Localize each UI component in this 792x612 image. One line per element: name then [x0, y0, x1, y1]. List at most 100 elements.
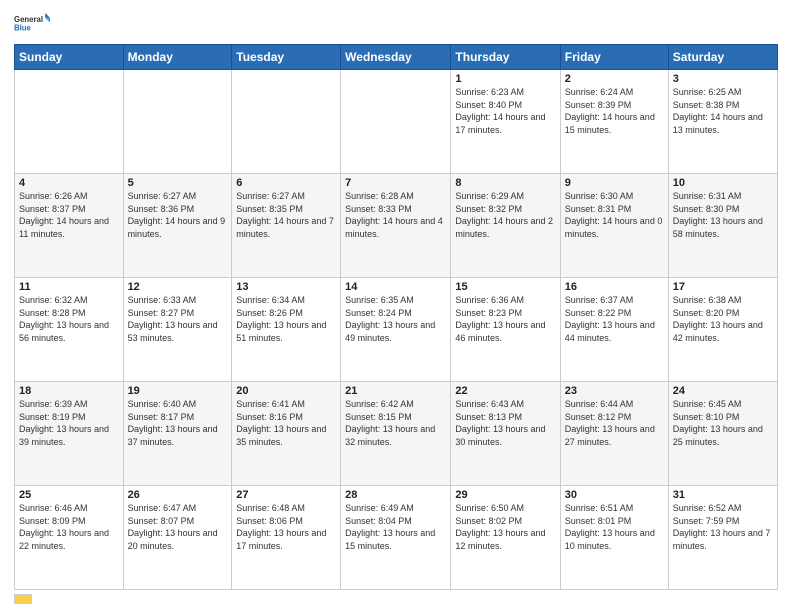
day-number: 8 [455, 177, 555, 189]
day-number: 26 [128, 489, 228, 501]
calendar-cell: 26Sunrise: 6:47 AM Sunset: 8:07 PM Dayli… [123, 486, 232, 590]
logo-svg: General Blue [14, 10, 50, 40]
day-info: Sunrise: 6:28 AM Sunset: 8:33 PM Dayligh… [345, 190, 446, 240]
calendar-cell: 22Sunrise: 6:43 AM Sunset: 8:13 PM Dayli… [451, 382, 560, 486]
day-number: 5 [128, 177, 228, 189]
day-number: 24 [673, 385, 773, 397]
calendar-cell: 15Sunrise: 6:36 AM Sunset: 8:23 PM Dayli… [451, 278, 560, 382]
calendar-header-cell: Friday [560, 45, 668, 70]
day-info: Sunrise: 6:25 AM Sunset: 8:38 PM Dayligh… [673, 86, 773, 136]
legend-row [14, 594, 778, 604]
calendar-cell: 7Sunrise: 6:28 AM Sunset: 8:33 PM Daylig… [341, 174, 451, 278]
day-number: 25 [19, 489, 119, 501]
calendar-cell: 31Sunrise: 6:52 AM Sunset: 7:59 PM Dayli… [668, 486, 777, 590]
day-number: 3 [673, 73, 773, 85]
day-info: Sunrise: 6:44 AM Sunset: 8:12 PM Dayligh… [565, 398, 664, 448]
day-info: Sunrise: 6:47 AM Sunset: 8:07 PM Dayligh… [128, 502, 228, 552]
calendar-cell: 28Sunrise: 6:49 AM Sunset: 8:04 PM Dayli… [341, 486, 451, 590]
calendar-week-row: 11Sunrise: 6:32 AM Sunset: 8:28 PM Dayli… [15, 278, 778, 382]
day-number: 7 [345, 177, 446, 189]
day-info: Sunrise: 6:46 AM Sunset: 8:09 PM Dayligh… [19, 502, 119, 552]
calendar-header-cell: Monday [123, 45, 232, 70]
day-info: Sunrise: 6:48 AM Sunset: 8:06 PM Dayligh… [236, 502, 336, 552]
day-info: Sunrise: 6:33 AM Sunset: 8:27 PM Dayligh… [128, 294, 228, 344]
calendar-cell: 3Sunrise: 6:25 AM Sunset: 8:38 PM Daylig… [668, 70, 777, 174]
day-info: Sunrise: 6:23 AM Sunset: 8:40 PM Dayligh… [455, 86, 555, 136]
calendar-cell [232, 70, 341, 174]
calendar-cell: 30Sunrise: 6:51 AM Sunset: 8:01 PM Dayli… [560, 486, 668, 590]
day-info: Sunrise: 6:42 AM Sunset: 8:15 PM Dayligh… [345, 398, 446, 448]
day-number: 13 [236, 281, 336, 293]
day-number: 27 [236, 489, 336, 501]
day-number: 2 [565, 73, 664, 85]
calendar-cell: 16Sunrise: 6:37 AM Sunset: 8:22 PM Dayli… [560, 278, 668, 382]
day-info: Sunrise: 6:49 AM Sunset: 8:04 PM Dayligh… [345, 502, 446, 552]
calendar-cell: 20Sunrise: 6:41 AM Sunset: 8:16 PM Dayli… [232, 382, 341, 486]
calendar-cell: 9Sunrise: 6:30 AM Sunset: 8:31 PM Daylig… [560, 174, 668, 278]
day-number: 1 [455, 73, 555, 85]
calendar-cell: 12Sunrise: 6:33 AM Sunset: 8:27 PM Dayli… [123, 278, 232, 382]
calendar-cell: 6Sunrise: 6:27 AM Sunset: 8:35 PM Daylig… [232, 174, 341, 278]
calendar-header-cell: Saturday [668, 45, 777, 70]
svg-text:General: General [14, 15, 43, 24]
day-number: 19 [128, 385, 228, 397]
calendar-cell: 19Sunrise: 6:40 AM Sunset: 8:17 PM Dayli… [123, 382, 232, 486]
logo: General Blue [14, 10, 50, 40]
calendar-table: SundayMondayTuesdayWednesdayThursdayFrid… [14, 44, 778, 590]
day-info: Sunrise: 6:36 AM Sunset: 8:23 PM Dayligh… [455, 294, 555, 344]
calendar-cell: 17Sunrise: 6:38 AM Sunset: 8:20 PM Dayli… [668, 278, 777, 382]
calendar-cell: 11Sunrise: 6:32 AM Sunset: 8:28 PM Dayli… [15, 278, 124, 382]
page: General Blue SundayMondayTuesdayWednesda… [0, 0, 792, 612]
calendar-cell: 13Sunrise: 6:34 AM Sunset: 8:26 PM Dayli… [232, 278, 341, 382]
header: General Blue [14, 10, 778, 40]
calendar-header-row: SundayMondayTuesdayWednesdayThursdayFrid… [15, 45, 778, 70]
day-info: Sunrise: 6:38 AM Sunset: 8:20 PM Dayligh… [673, 294, 773, 344]
day-info: Sunrise: 6:26 AM Sunset: 8:37 PM Dayligh… [19, 190, 119, 240]
day-number: 12 [128, 281, 228, 293]
day-info: Sunrise: 6:29 AM Sunset: 8:32 PM Dayligh… [455, 190, 555, 240]
calendar-cell: 1Sunrise: 6:23 AM Sunset: 8:40 PM Daylig… [451, 70, 560, 174]
calendar-week-row: 18Sunrise: 6:39 AM Sunset: 8:19 PM Dayli… [15, 382, 778, 486]
day-number: 22 [455, 385, 555, 397]
day-number: 17 [673, 281, 773, 293]
day-info: Sunrise: 6:40 AM Sunset: 8:17 PM Dayligh… [128, 398, 228, 448]
calendar-cell: 21Sunrise: 6:42 AM Sunset: 8:15 PM Dayli… [341, 382, 451, 486]
day-number: 23 [565, 385, 664, 397]
day-number: 11 [19, 281, 119, 293]
day-info: Sunrise: 6:50 AM Sunset: 8:02 PM Dayligh… [455, 502, 555, 552]
day-info: Sunrise: 6:31 AM Sunset: 8:30 PM Dayligh… [673, 190, 773, 240]
day-number: 16 [565, 281, 664, 293]
day-info: Sunrise: 6:43 AM Sunset: 8:13 PM Dayligh… [455, 398, 555, 448]
calendar-week-row: 4Sunrise: 6:26 AM Sunset: 8:37 PM Daylig… [15, 174, 778, 278]
calendar-week-row: 1Sunrise: 6:23 AM Sunset: 8:40 PM Daylig… [15, 70, 778, 174]
day-number: 21 [345, 385, 446, 397]
calendar-cell: 29Sunrise: 6:50 AM Sunset: 8:02 PM Dayli… [451, 486, 560, 590]
day-info: Sunrise: 6:35 AM Sunset: 8:24 PM Dayligh… [345, 294, 446, 344]
day-info: Sunrise: 6:32 AM Sunset: 8:28 PM Dayligh… [19, 294, 119, 344]
calendar-cell [123, 70, 232, 174]
calendar-header-cell: Sunday [15, 45, 124, 70]
day-number: 15 [455, 281, 555, 293]
calendar-week-row: 25Sunrise: 6:46 AM Sunset: 8:09 PM Dayli… [15, 486, 778, 590]
calendar-cell: 10Sunrise: 6:31 AM Sunset: 8:30 PM Dayli… [668, 174, 777, 278]
calendar-cell: 23Sunrise: 6:44 AM Sunset: 8:12 PM Dayli… [560, 382, 668, 486]
day-info: Sunrise: 6:24 AM Sunset: 8:39 PM Dayligh… [565, 86, 664, 136]
day-number: 9 [565, 177, 664, 189]
calendar-cell: 8Sunrise: 6:29 AM Sunset: 8:32 PM Daylig… [451, 174, 560, 278]
calendar-cell: 2Sunrise: 6:24 AM Sunset: 8:39 PM Daylig… [560, 70, 668, 174]
day-info: Sunrise: 6:52 AM Sunset: 7:59 PM Dayligh… [673, 502, 773, 552]
day-info: Sunrise: 6:30 AM Sunset: 8:31 PM Dayligh… [565, 190, 664, 240]
day-number: 6 [236, 177, 336, 189]
day-number: 18 [19, 385, 119, 397]
calendar-cell: 25Sunrise: 6:46 AM Sunset: 8:09 PM Dayli… [15, 486, 124, 590]
svg-text:Blue: Blue [14, 23, 32, 32]
day-number: 10 [673, 177, 773, 189]
day-number: 20 [236, 385, 336, 397]
day-info: Sunrise: 6:27 AM Sunset: 8:35 PM Dayligh… [236, 190, 336, 240]
day-number: 14 [345, 281, 446, 293]
day-number: 4 [19, 177, 119, 189]
legend-bar-icon [14, 594, 32, 604]
day-info: Sunrise: 6:37 AM Sunset: 8:22 PM Dayligh… [565, 294, 664, 344]
calendar-cell: 4Sunrise: 6:26 AM Sunset: 8:37 PM Daylig… [15, 174, 124, 278]
day-info: Sunrise: 6:27 AM Sunset: 8:36 PM Dayligh… [128, 190, 228, 240]
